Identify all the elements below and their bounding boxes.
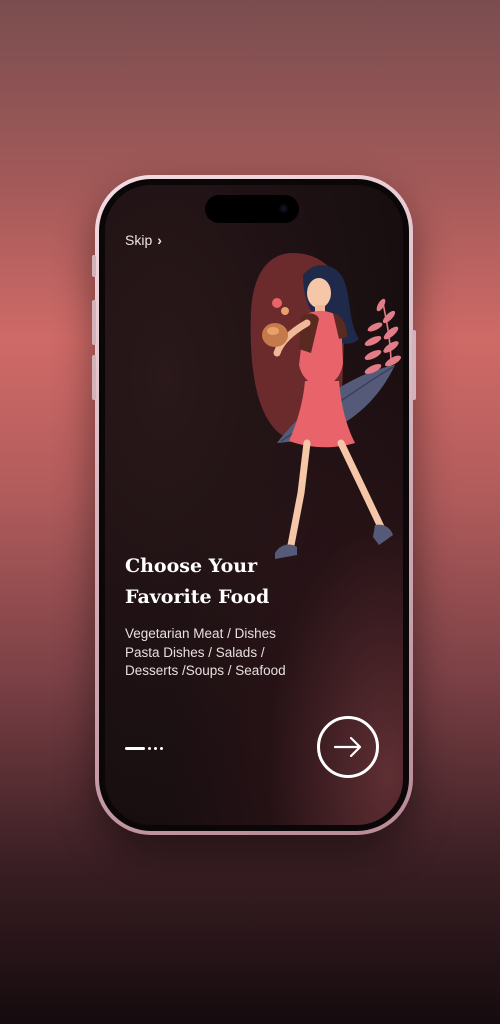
face bbox=[307, 278, 331, 308]
power-button bbox=[412, 330, 416, 400]
food-highlight bbox=[267, 327, 279, 335]
subtitle-line-3: Desserts /Soups / Seafood bbox=[125, 663, 286, 678]
food-item-2 bbox=[281, 307, 289, 315]
food-plate bbox=[262, 323, 288, 347]
shoe-right bbox=[373, 524, 393, 545]
onboarding-screen: Skip › Choose Your Favorite Food Vegetar… bbox=[105, 185, 403, 825]
page-dot[interactable] bbox=[154, 747, 157, 750]
leaf-pink bbox=[364, 298, 401, 374]
action-button bbox=[92, 255, 96, 277]
page-dot-active[interactable] bbox=[125, 747, 145, 750]
page-indicator bbox=[125, 747, 163, 750]
next-button[interactable] bbox=[317, 716, 379, 778]
volume-down-button bbox=[92, 355, 96, 400]
leg-left bbox=[287, 439, 311, 549]
food-item-1 bbox=[272, 298, 282, 308]
phone-bezel: Skip › Choose Your Favorite Food Vegetar… bbox=[99, 179, 409, 831]
arrow-right-icon bbox=[333, 736, 362, 758]
page-dot[interactable] bbox=[160, 747, 163, 750]
subtitle-line-1: Vegetarian Meat / Dishes bbox=[125, 626, 276, 641]
camera-icon bbox=[279, 204, 288, 213]
title-line-1: Choose Your bbox=[125, 555, 258, 577]
skip-label: Skip bbox=[125, 232, 153, 248]
subtitle-line-2: Pasta Dishes / Salads / bbox=[125, 644, 265, 660]
volume-up-button bbox=[92, 300, 96, 345]
leg-right bbox=[337, 439, 385, 531]
skip-button[interactable]: Skip › bbox=[125, 232, 162, 248]
phone-frame: Skip › Choose Your Favorite Food Vegetar… bbox=[92, 175, 416, 835]
dynamic-island bbox=[205, 195, 299, 223]
title-line-2: Favorite Food bbox=[125, 586, 270, 608]
woman-with-food-illustration bbox=[250, 253, 401, 559]
onboarding-subtitle: Vegetarian Meat / Dishes Pasta Dishes / … bbox=[125, 625, 325, 681]
page-dot[interactable] bbox=[148, 747, 151, 750]
chevron-right-icon: › bbox=[157, 232, 162, 248]
onboarding-title: Choose Your Favorite Food bbox=[125, 551, 325, 613]
